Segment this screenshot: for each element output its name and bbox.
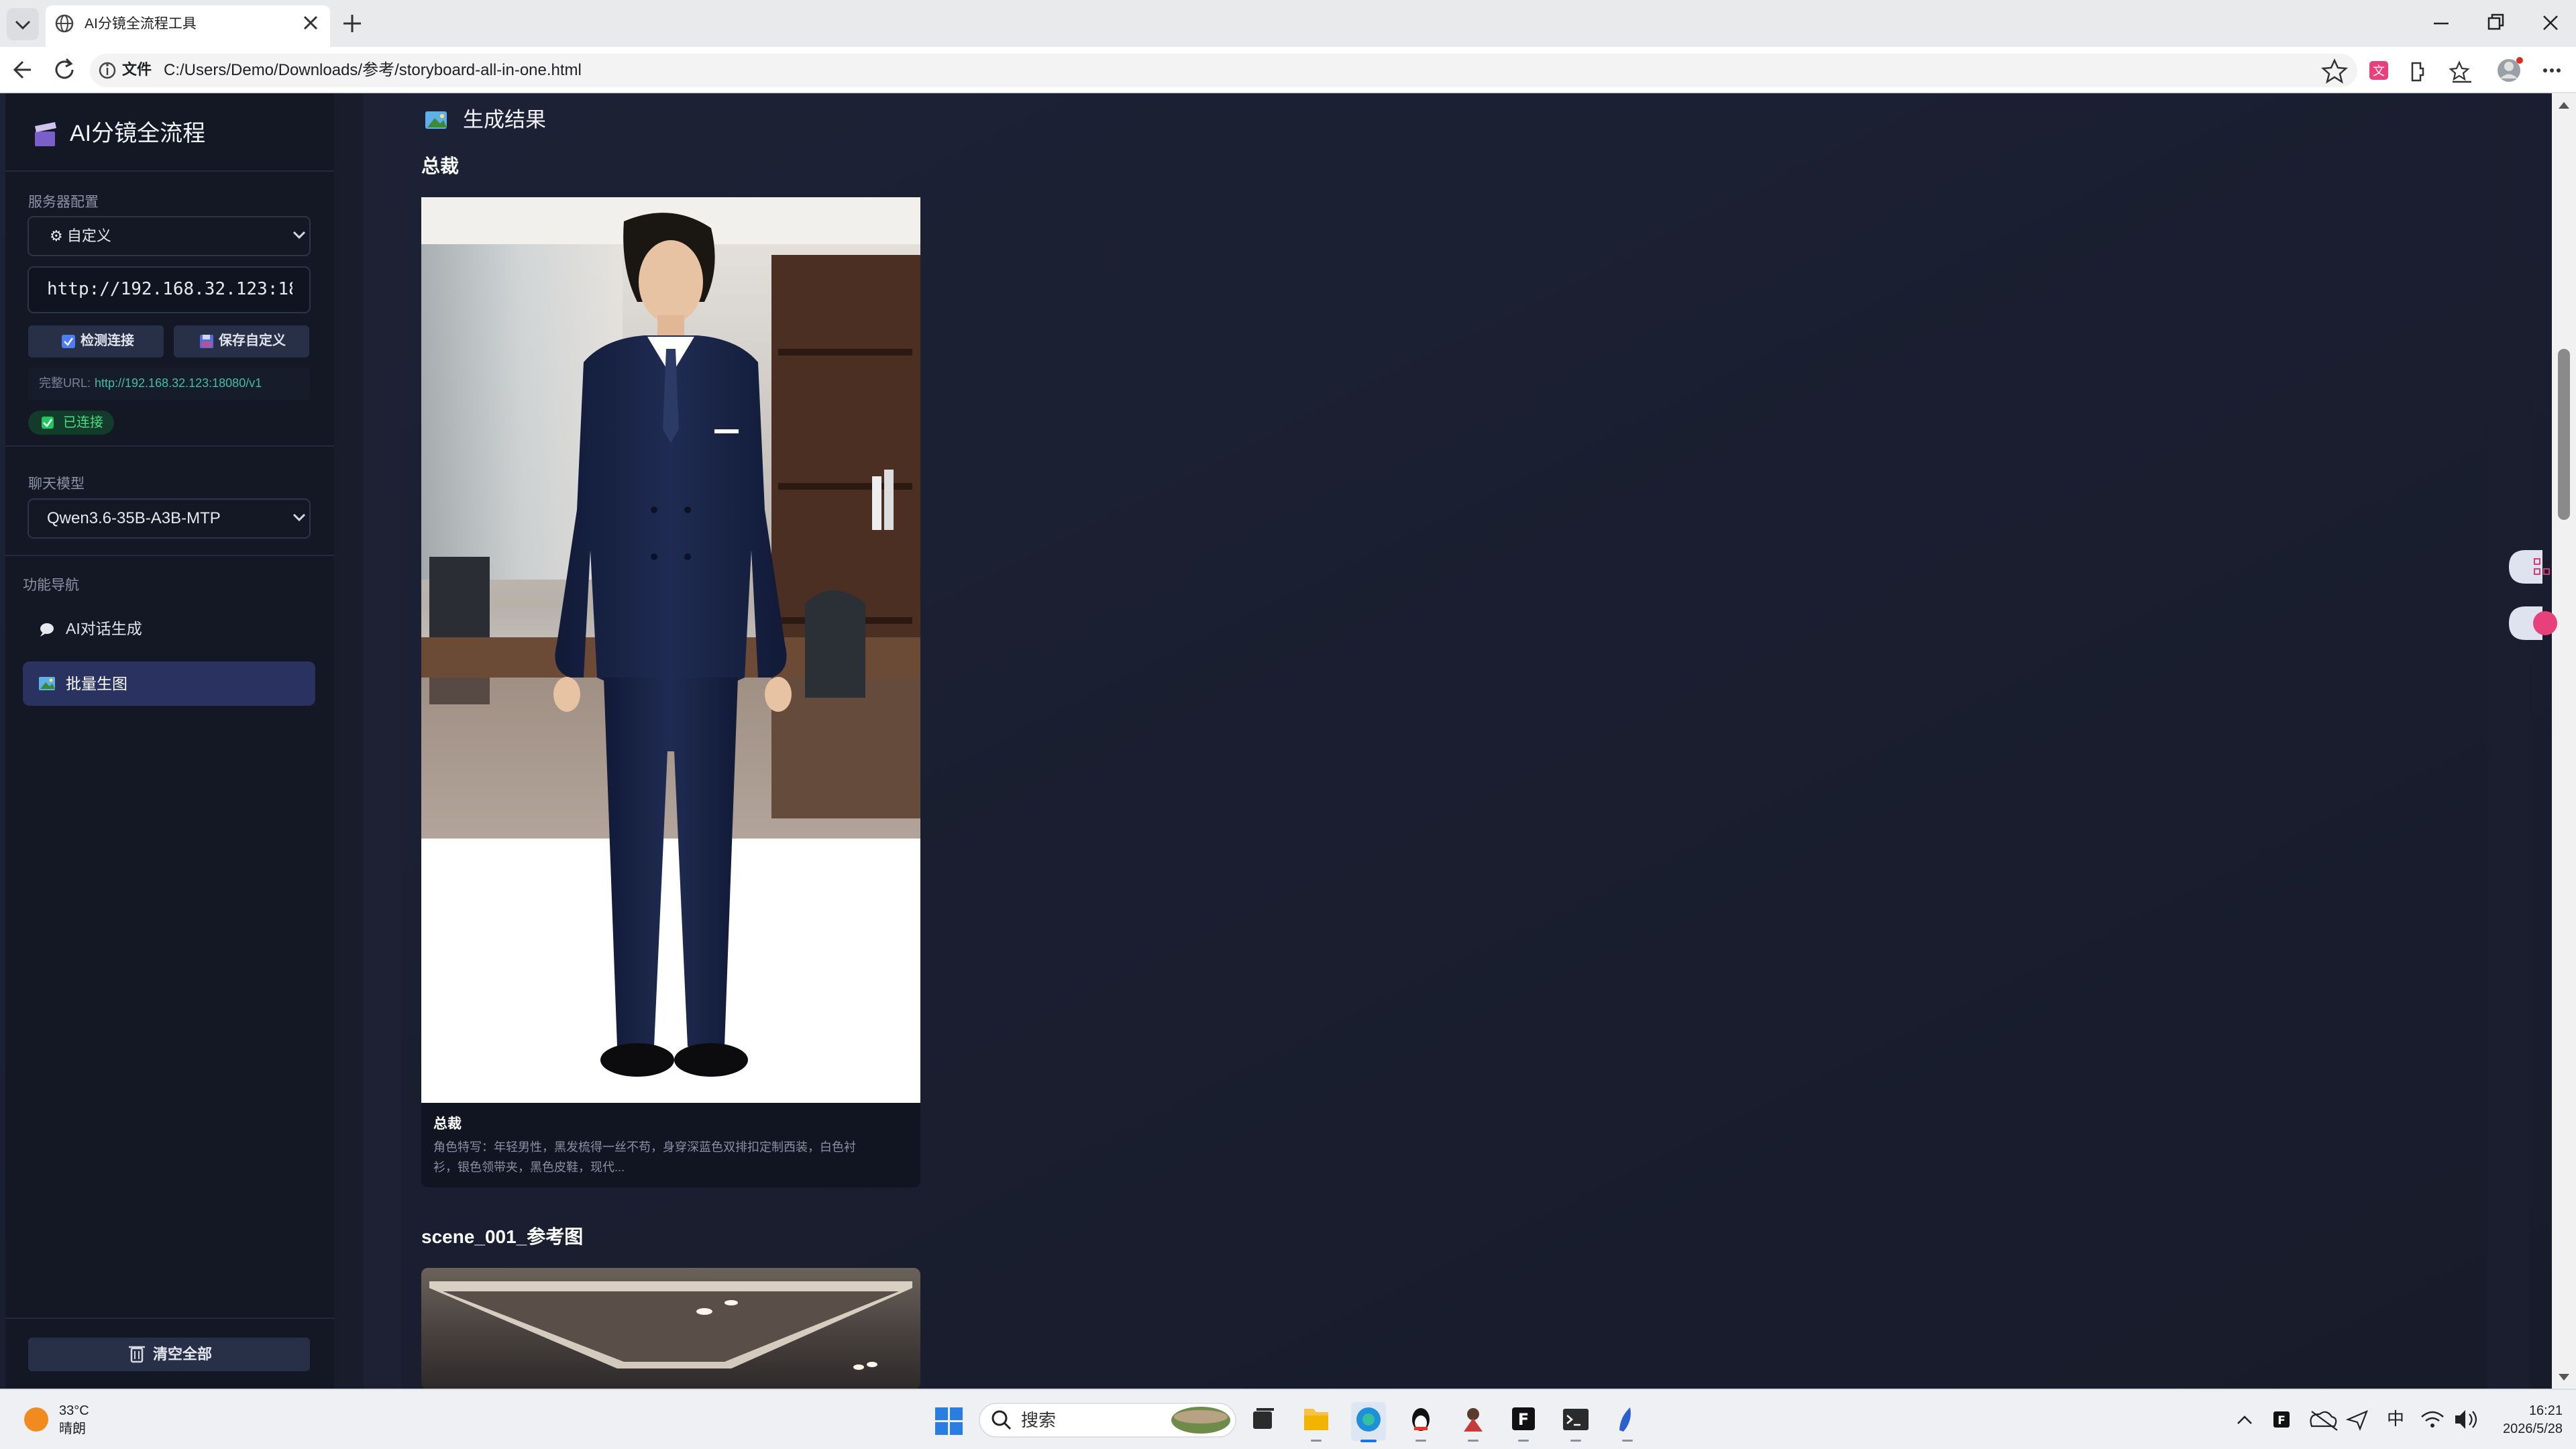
- clock-date[interactable]: 2026/5/28: [2486, 1422, 2563, 1436]
- address-url[interactable]: C:/Users/Demo/Downloads/参考/storyboard-al…: [164, 62, 582, 78]
- model-section-label: 聊天模型: [28, 476, 85, 492]
- clock-time[interactable]: 16:21: [2505, 1404, 2563, 1417]
- detect-connection-label[interactable]: 检测连接: [80, 334, 134, 347]
- app-title: AI分镜全流程: [70, 121, 206, 146]
- card-title-ceo: 总裁: [433, 1116, 462, 1132]
- model-value[interactable]: Qwen3.6-35B-A3B-MTP: [47, 511, 221, 527]
- results-heading: 生成结果: [463, 108, 546, 131]
- server-url-value[interactable]: http://192.168.32.123:18080: [47, 280, 292, 298]
- nav-item-ai-chat[interactable]: AI对话生成: [66, 621, 142, 637]
- ime-indicator[interactable]: 中: [2387, 1410, 2404, 1428]
- taskbar-search-placeholder[interactable]: 搜索: [1021, 1411, 1056, 1429]
- weather-desc[interactable]: 晴朗: [59, 1422, 86, 1436]
- full-url-value: http://192.168.32.123:18080/v1: [95, 376, 262, 390]
- nav-item-batch-image[interactable]: 批量生图: [66, 676, 127, 692]
- address-scheme-label: 文件: [122, 61, 152, 78]
- tab-title[interactable]: AI分镜全流程工具: [85, 17, 197, 31]
- clear-all-label[interactable]: 清空全部: [153, 1347, 212, 1362]
- card-desc-line2: 衫，银色领带夹，黑色皮鞋，现代...: [433, 1161, 625, 1174]
- server-section-label: 服务器配置: [28, 195, 99, 210]
- nav-section-label: 功能导航: [23, 578, 79, 593]
- card-desc-line1: 角色特写：年轻男性，黑发梳得一丝不苟，身穿深蓝色双排扣定制西装，白色衬: [433, 1140, 856, 1154]
- weather-temp[interactable]: 33°C: [59, 1404, 89, 1417]
- group-title-ceo: 总裁: [421, 156, 460, 176]
- connected-label: 已连接: [63, 415, 103, 430]
- server-preset-value[interactable]: ⚙ 自定义: [50, 229, 111, 244]
- group-title-scene: scene_001_参考图: [421, 1226, 584, 1247]
- full-url-label: 完整URL:: [39, 376, 91, 390]
- save-custom-label[interactable]: 保存自定义: [219, 334, 286, 347]
